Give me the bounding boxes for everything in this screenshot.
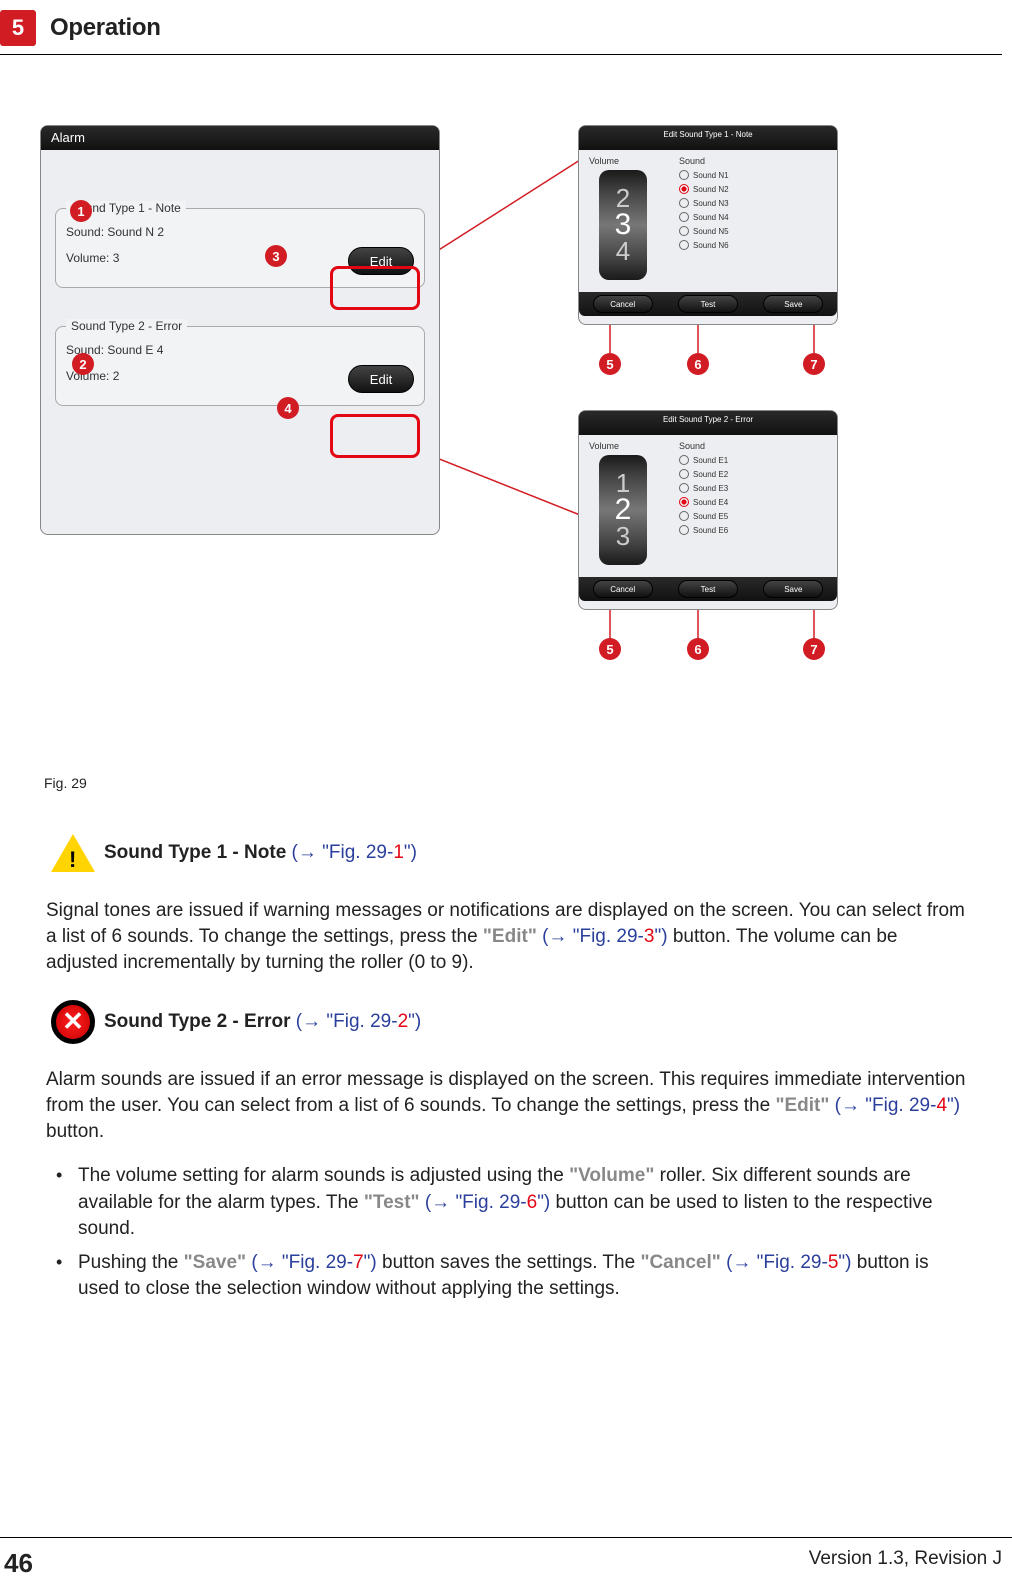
edit-note-vol-label: Volume	[589, 156, 669, 166]
test-button-error[interactable]: Test	[678, 580, 738, 598]
ref-29-6: (→ "Fig. 29-6")	[425, 1192, 550, 1213]
radio-e6[interactable]: Sound E6	[679, 525, 827, 535]
figure-29: 1 2 3 4 5 6 7 5 6 7 Alarm Sound Type 1 -…	[40, 125, 1010, 765]
callout-7b: 7	[803, 638, 825, 660]
roller-note-mid: 3	[615, 211, 632, 240]
callout-1: 1	[70, 200, 92, 222]
radio-n3[interactable]: Sound N3	[679, 198, 827, 208]
edit-note-snd-label: Sound	[679, 156, 827, 166]
test-button-note[interactable]: Test	[678, 295, 738, 313]
ref-29-2: (→ "Fig. 29-2")	[296, 1011, 421, 1032]
version-text: Version 1.3, Revision J	[809, 1548, 1002, 1579]
page-footer: 46 Version 1.3, Revision J	[0, 1537, 1012, 1579]
callout-5b: 5	[599, 638, 621, 660]
section-title: Operation	[50, 14, 161, 42]
callout-2: 2	[72, 353, 94, 375]
bullet-2: Pushing the "Save" (→ "Fig. 29-7") butto…	[56, 1250, 966, 1302]
radio-n4[interactable]: Sound N4	[679, 212, 827, 222]
radio-e5[interactable]: Sound E5	[679, 511, 827, 521]
callout-4: 4	[277, 397, 299, 419]
bullet-list: The volume setting for alarm sounds is a…	[56, 1163, 966, 1302]
group1-sound: Sound: Sound N 2	[66, 225, 414, 239]
bullet-1: The volume setting for alarm sounds is a…	[56, 1163, 966, 1242]
edit-error-panel: Edit Sound Type 2 - Error Volume 1 2 3 S…	[578, 410, 838, 610]
page-header: 5 Operation	[0, 0, 1002, 55]
radio-e3[interactable]: Sound E3	[679, 483, 827, 493]
edit-error-snd-label: Sound	[679, 441, 827, 451]
callout-5a: 5	[599, 353, 621, 375]
radio-e4[interactable]: Sound E4	[679, 497, 827, 507]
group2-sound: Sound: Sound E 4	[66, 343, 414, 357]
ref-29-3: (→ "Fig. 29-3")	[542, 926, 667, 947]
group-sound-type-1: Sound Type 1 - Note Sound: Sound N 2 Vol…	[55, 208, 425, 288]
paragraph-2: Alarm sounds are issued if an error mess…	[46, 1067, 966, 1146]
save-button-note[interactable]: Save	[763, 295, 823, 313]
body-text: Sound Type 1 - Note (→ "Fig. 29-1") Sign…	[46, 826, 966, 1302]
edit-note-title: Edit Sound Type 1 - Note	[579, 126, 837, 150]
chapter-badge: 5	[0, 10, 36, 46]
radio-n5[interactable]: Sound N5	[679, 226, 827, 236]
heading-sound-type-2: Sound Type 2 - Error	[104, 1011, 296, 1032]
save-button-error[interactable]: Save	[763, 580, 823, 598]
alarm-panel: Alarm Sound Type 1 - Note Sound: Sound N…	[40, 125, 440, 535]
warning-icon	[46, 826, 100, 880]
heading-sound-type-1: Sound Type 1 - Note	[104, 842, 292, 863]
edit-note-panel: Edit Sound Type 1 - Note Volume 2 3 4 So…	[578, 125, 838, 325]
edit-error-title: Edit Sound Type 2 - Error	[579, 411, 837, 435]
roller-note-bot: 4	[616, 239, 630, 264]
edit-error-vol-label: Volume	[589, 441, 669, 451]
page-number: 46	[4, 1548, 33, 1579]
radio-n1[interactable]: Sound N1	[679, 170, 827, 180]
callout-6a: 6	[687, 353, 709, 375]
callout-7a: 7	[803, 353, 825, 375]
cancel-button-error[interactable]: Cancel	[593, 580, 653, 598]
edit-button-2[interactable]: Edit	[348, 365, 414, 393]
radio-e2[interactable]: Sound E2	[679, 469, 827, 479]
radio-n6[interactable]: Sound N6	[679, 240, 827, 250]
callout-3: 3	[265, 245, 287, 267]
callout-6b: 6	[687, 638, 709, 660]
group1-volume: Volume: 3	[66, 251, 119, 265]
ref-29-7: (→ "Fig. 29-7")	[251, 1252, 376, 1273]
group-legend-2: Sound Type 2 - Error	[66, 319, 187, 333]
ref-29-4: (→ "Fig. 29-4")	[835, 1095, 960, 1116]
group-sound-type-2: Sound Type 2 - Error Sound: Sound E 4 Vo…	[55, 326, 425, 406]
edit-button-1[interactable]: Edit	[348, 247, 414, 275]
volume-roller-note[interactable]: 2 3 4	[599, 170, 647, 280]
error-icon: ✕	[46, 995, 100, 1049]
cancel-button-note[interactable]: Cancel	[593, 295, 653, 313]
ref-29-5: (→ "Fig. 29-5")	[726, 1252, 851, 1273]
radio-e1[interactable]: Sound E1	[679, 455, 827, 465]
volume-roller-error[interactable]: 1 2 3	[599, 455, 647, 565]
radio-n2[interactable]: Sound N2	[679, 184, 827, 194]
ref-29-1: (→ "Fig. 29-1")	[292, 842, 417, 863]
paragraph-1: Signal tones are issued if warning messa…	[46, 898, 966, 977]
alarm-panel-title: Alarm	[41, 126, 439, 150]
roller-error-bot: 3	[616, 524, 630, 549]
roller-error-mid: 2	[615, 496, 632, 525]
figure-caption: Fig. 29	[44, 775, 1012, 791]
